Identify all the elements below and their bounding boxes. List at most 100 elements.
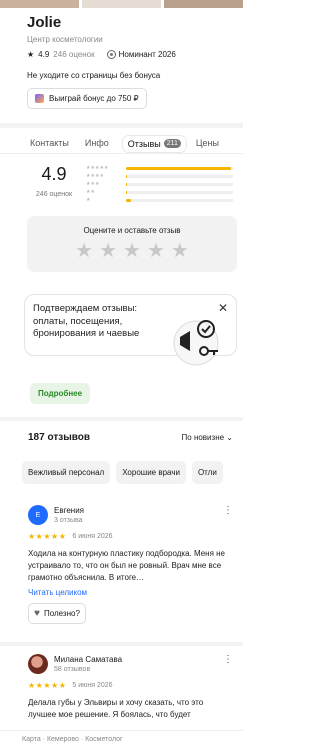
rate-star-2[interactable]: ★ <box>99 241 117 261</box>
rating-bar-stars: ★★ <box>86 189 95 195</box>
rating-bar-fill <box>126 182 128 186</box>
tab-label: Инфо <box>84 137 109 148</box>
rating-bar-stars: ★★★★★ <box>86 165 109 171</box>
rating-bar-track <box>126 174 233 178</box>
avatar: Е <box>28 505 48 525</box>
promo-card: Подтверждаем отзывы: оплаты, посещения, … <box>24 294 237 366</box>
author-name: Милана Саматава <box>54 655 123 664</box>
rating-bar-track <box>126 182 233 186</box>
useful-button[interactable]: ♥ Полезно? <box>28 603 86 624</box>
rating-value: 4.9 <box>38 50 50 59</box>
author-review-count: 3 отзыва <box>54 517 83 524</box>
more-options-icon[interactable]: ⋮ <box>223 655 233 665</box>
review-author[interactable]: Е Евгения 3 отзыва <box>28 505 233 525</box>
business-category: Центр косметологии <box>27 35 103 44</box>
photo-thumbnail[interactable] <box>164 0 243 8</box>
rating-bar-row: ★ <box>86 196 233 204</box>
rating-bar-row: ★★★★ <box>86 172 233 180</box>
review-text: Ходила на контурную пластику подбородка.… <box>28 549 225 582</box>
learn-more-button[interactable]: Подробнее <box>30 383 91 404</box>
rating-bar-stars: ★ <box>86 197 91 203</box>
rate-star-1[interactable]: ★ <box>75 241 93 261</box>
avatar <box>28 654 48 674</box>
rating-bar-row: ★★★ <box>86 180 233 188</box>
review-date: 6 июня 2026 <box>72 533 113 540</box>
overall-ratings-count: 246 оценок <box>35 191 73 198</box>
overall-rating: 4.9 246 оценок <box>28 164 80 204</box>
rating-bar-row: ★★★★★ <box>86 164 233 172</box>
rating-distribution: ★★★★★ ★★★★ ★★★ ★★ ★ <box>86 164 233 204</box>
nominee-label: Номинант 2026 <box>118 50 176 59</box>
rate-star-3[interactable]: ★ <box>123 241 141 261</box>
rate-stars: ★ ★ ★ ★ ★ <box>27 241 237 261</box>
promo-text: Подтверждаем отзывы: оплаты, посещения, … <box>33 303 140 339</box>
read-more-link[interactable]: Читать целиком <box>28 588 233 597</box>
author-name: Евгения <box>54 506 84 515</box>
laurel-icon <box>106 50 116 59</box>
reviews-count: 187 отзывов <box>28 432 91 443</box>
rating-bar-stars: ★★★ <box>86 181 100 187</box>
review-tags: Вежливый персонал Хорошие врачи Отли <box>22 461 223 484</box>
rating-bar-stars: ★★★★ <box>86 173 104 179</box>
page-title: Jolie <box>27 14 62 31</box>
rate-star-5[interactable]: ★ <box>171 241 189 261</box>
review-date: 5 июня 2026 <box>72 682 113 689</box>
gift-icon <box>35 94 44 103</box>
divider <box>0 642 243 646</box>
tab-label: Отзывы <box>127 138 161 149</box>
review-author[interactable]: Милана Саматава 58 отзывов <box>28 654 233 674</box>
rating-bar-fill <box>126 190 127 194</box>
overall-rating-value: 4.9 <box>41 164 67 184</box>
review-meta: ★★★★★ 5 июня 2026 <box>28 681 233 690</box>
reviews-count-badge: 211 <box>163 139 181 148</box>
tab-contacts[interactable]: Контакты <box>28 136 75 152</box>
review-item: Е Евгения 3 отзыва ⋮ ★★★★★ 6 июня 2026 Х… <box>28 505 233 624</box>
nominee-badge[interactable]: Номинант 2026 <box>106 50 176 59</box>
heart-icon: ♥ <box>34 608 40 619</box>
bonus-button-label: Выиграй бонус до 750 ₽ <box>49 94 139 103</box>
rating-bar-fill <box>126 166 231 170</box>
star-icon: ★ <box>27 50 35 59</box>
bonus-warning: Не уходите со страницы без бонуса <box>27 71 161 80</box>
rating-bar-row: ★★ <box>86 188 233 196</box>
rating-bar-fill <box>126 174 128 178</box>
divider <box>0 417 243 421</box>
business-header: Jolie Центр косметологии ★ 4.9 246 оцено… <box>0 8 243 109</box>
rate-card: Оцените и оставьте отзыв ★ ★ ★ ★ ★ <box>27 216 237 272</box>
tab-prices[interactable]: Цены <box>194 136 225 152</box>
rating-bar-fill <box>126 198 132 202</box>
rating-summary: 4.9 246 оценок ★★★★★ ★★★★ ★★★ ★★ ★ <box>0 154 243 204</box>
tab-label: Цены <box>195 137 219 148</box>
review-item: Милана Саматава 58 отзывов ⋮ ★★★★★ 5 июн… <box>28 654 233 721</box>
tab-reviews[interactable]: Отзывы 211 <box>122 135 186 152</box>
ratings-count[interactable]: 246 оценок <box>53 50 94 59</box>
rating-bar-track <box>126 166 233 170</box>
rating-row: ★ 4.9 246 оценок Номинант 2026 <box>27 50 233 59</box>
more-options-icon[interactable]: ⋮ <box>223 506 233 516</box>
rating-bar-track <box>126 190 233 194</box>
rating-bar-track <box>126 198 233 202</box>
reviews-header: 187 отзывов По новизне ⌄ <box>28 432 233 443</box>
tag-chip[interactable]: Вежливый персонал <box>22 461 111 484</box>
photo-strip[interactable] <box>0 0 243 8</box>
rate-card-title: Оцените и оставьте отзыв <box>83 226 181 235</box>
author-review-count: 58 отзывов <box>54 666 91 673</box>
review-stars: ★★★★★ <box>28 681 67 690</box>
photo-thumbnail[interactable] <box>0 0 79 8</box>
close-icon[interactable]: ✕ <box>218 301 228 315</box>
bonus-button[interactable]: Выиграй бонус до 750 ₽ <box>27 88 147 109</box>
review-stars: ★★★★★ <box>28 532 67 541</box>
tag-chip[interactable]: Отли <box>191 461 223 484</box>
footer-breadcrumb[interactable]: Карта · Кемерово · Косметолог <box>0 730 243 750</box>
verified-reviews-illustration <box>173 320 219 366</box>
tag-chip[interactable]: Хорошие врачи <box>116 461 186 484</box>
review-meta: ★★★★★ 6 июня 2026 <box>28 532 233 541</box>
photo-thumbnail[interactable] <box>82 0 161 8</box>
sort-dropdown[interactable]: По новизне ⌄ <box>182 433 233 442</box>
tab-label: Контакты <box>30 137 69 148</box>
tab-bar: Контакты Инфо Отзывы 211 Цены <box>0 128 243 154</box>
rate-star-4[interactable]: ★ <box>147 241 165 261</box>
tab-info[interactable]: Инфо <box>83 136 115 152</box>
useful-label: Полезно? <box>43 609 80 618</box>
chevron-down-icon: ⌄ <box>226 433 233 442</box>
